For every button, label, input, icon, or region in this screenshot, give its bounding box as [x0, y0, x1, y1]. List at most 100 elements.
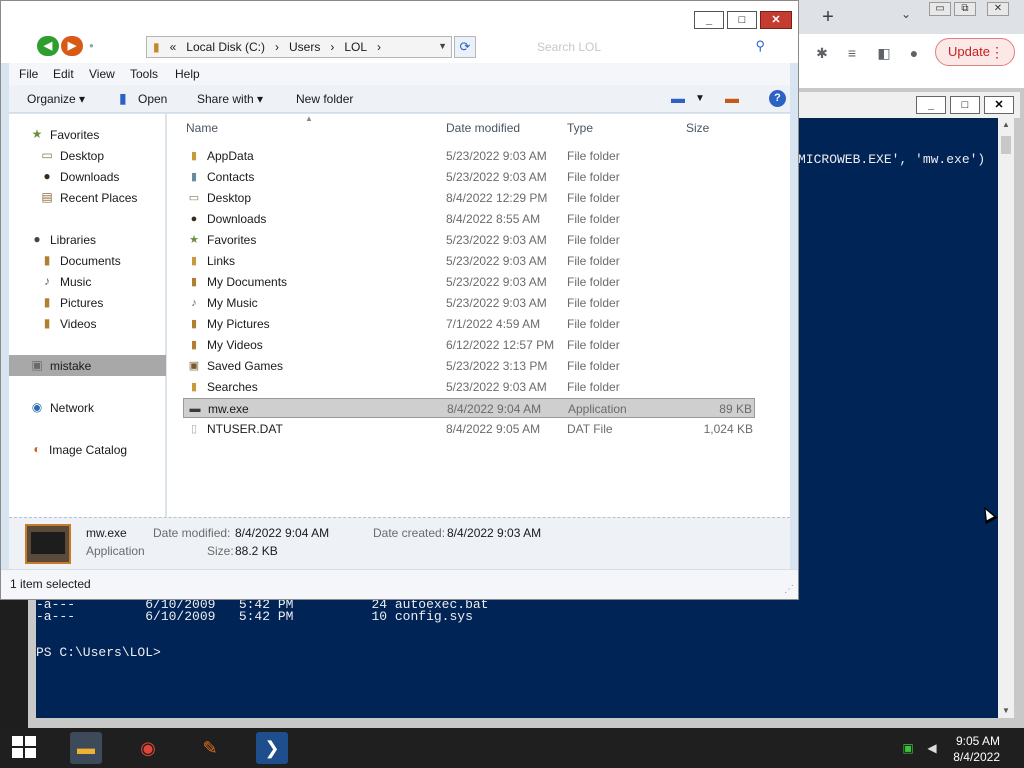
chrome-close-button[interactable]: ✕: [987, 2, 1009, 16]
start-button[interactable]: [12, 736, 38, 760]
file-row[interactable]: ● Downloads 8/4/2022 8:55 AM File folder: [183, 209, 755, 229]
nav-recent-places[interactable]: ▤ Recent Places: [9, 187, 166, 208]
nav-label: Videos: [60, 317, 97, 331]
profile-icon[interactable]: ●: [905, 44, 923, 62]
chrome-restore-button[interactable]: ⧉: [954, 2, 976, 16]
breadcrumb-local-disk[interactable]: Local Disk (C:): [186, 40, 265, 54]
preview-pane-icon[interactable]: ▬: [725, 90, 739, 106]
file-row[interactable]: ▮ My Pictures 7/1/2022 4:59 AM File fold…: [183, 314, 755, 334]
ps-close-button[interactable]: ✕: [984, 96, 1014, 114]
nav-user-folder[interactable]: ▣ mistake: [9, 355, 166, 376]
open-button[interactable]: Open: [138, 92, 167, 106]
breadcrumb-sep[interactable]: ›: [330, 40, 334, 54]
chrome-minimize-button[interactable]: ▭: [929, 2, 951, 16]
nav-favorites[interactable]: ★ Favorites: [9, 124, 166, 145]
column-type[interactable]: Type: [567, 121, 593, 135]
extensions-icon[interactable]: ✱: [813, 44, 831, 62]
organize-button[interactable]: Organize ▾: [27, 92, 85, 106]
file-row[interactable]: ▮ Contacts 5/23/2022 9:03 AM File folder: [183, 167, 755, 187]
file-row[interactable]: ▮ Searches 5/23/2022 9:03 AM File folder: [183, 377, 755, 397]
help-icon[interactable]: ?: [769, 90, 786, 107]
file-row[interactable]: ▮ Links 5/23/2022 9:03 AM File folder: [183, 251, 755, 271]
file-row[interactable]: ▭ Desktop 8/4/2022 12:29 PM File folder: [183, 188, 755, 208]
media-control-icon[interactable]: ≡: [843, 44, 861, 62]
new-folder-button[interactable]: New folder: [296, 92, 353, 106]
file-name: Favorites: [207, 233, 257, 247]
nav-music[interactable]: ♪ Music: [9, 271, 166, 292]
explorer-maximize-button[interactable]: □: [727, 11, 757, 29]
recent-pages-icon[interactable]: ●: [89, 41, 99, 51]
address-bar[interactable]: ▮ « Local Disk (C:) › Users › LOL › ▼: [146, 36, 452, 58]
network-tray-icon[interactable]: ▣: [900, 740, 916, 756]
breadcrumb-overflow[interactable]: «: [170, 40, 177, 54]
chrome-menu-icon[interactable]: ⋮: [990, 39, 1004, 65]
details-size-label: Size:: [207, 544, 234, 558]
file-explorer-taskbar-icon[interactable]: ▬: [70, 732, 102, 764]
column-size[interactable]: Size: [686, 121, 709, 135]
contacts-icon: ▮: [190, 171, 198, 183]
file-row[interactable]: ▣ Saved Games 5/23/2022 3:13 PM File fol…: [183, 356, 755, 376]
menu-view[interactable]: View: [89, 67, 115, 81]
file-type: File folder: [567, 338, 620, 352]
file-row[interactable]: ▮ AppData 5/23/2022 9:03 AM File folder: [183, 146, 755, 166]
nav-network[interactable]: ◉ Network: [9, 397, 166, 418]
file-type: File folder: [567, 380, 620, 394]
file-row[interactable]: ▮ My Documents 5/23/2022 9:03 AM File fo…: [183, 272, 755, 292]
breadcrumb-sep[interactable]: ›: [377, 40, 381, 54]
scroll-up-icon[interactable]: ▲: [998, 118, 1014, 132]
file-name: Desktop: [207, 191, 252, 205]
column-date-modified[interactable]: Date modified: [446, 121, 520, 135]
side-panel-icon[interactable]: ◧: [875, 44, 893, 62]
breadcrumb-users[interactable]: Users: [289, 40, 320, 54]
menu-tools[interactable]: Tools: [130, 67, 158, 81]
new-tab-button[interactable]: +: [817, 6, 839, 28]
view-dropdown-icon[interactable]: ▼: [695, 93, 705, 104]
menu-edit[interactable]: Edit: [53, 67, 74, 81]
menu-help[interactable]: Help: [175, 67, 200, 81]
explorer-close-button[interactable]: ✕: [760, 11, 792, 29]
scroll-down-icon[interactable]: ▼: [998, 704, 1014, 718]
file-row[interactable]: ♪ My Music 5/23/2022 9:03 AM File folder: [183, 293, 755, 313]
volume-icon[interactable]: ◀: [924, 740, 940, 756]
menu-file[interactable]: File: [19, 67, 38, 81]
chrome-taskbar-icon[interactable]: ◉: [132, 732, 164, 764]
column-name[interactable]: Name: [186, 121, 218, 135]
nav-desktop[interactable]: ▭ Desktop: [9, 145, 166, 166]
view-options-icon[interactable]: ▬: [671, 90, 685, 106]
search-box[interactable]: Search LOL ⚲: [479, 36, 771, 58]
file-row-selected[interactable]: ▬ mw.exe 8/4/2022 9:04 AM Application 89…: [183, 398, 755, 418]
folder-icon: ▮: [190, 150, 198, 162]
ps-maximize-button[interactable]: □: [950, 96, 980, 114]
file-name: My Documents: [207, 275, 288, 289]
file-date: 5/23/2022 9:03 AM: [446, 275, 547, 289]
forward-button[interactable]: ▶: [61, 36, 83, 56]
desktop-icon: ▭: [41, 148, 53, 162]
breadcrumb-lol[interactable]: LOL: [344, 40, 367, 54]
tab-search-icon[interactable]: ⌄: [897, 7, 915, 25]
back-button[interactable]: ◀: [37, 36, 59, 56]
share-with-button[interactable]: Share with ▾: [197, 92, 263, 106]
file-row[interactable]: ★ Favorites 5/23/2022 9:03 AM File folde…: [183, 230, 755, 250]
clock[interactable]: 9:05 AM 8/4/2022: [953, 733, 1000, 765]
nav-pictures[interactable]: ▮ Pictures: [9, 292, 166, 313]
nav-videos[interactable]: ▮ Videos: [9, 313, 166, 334]
console-scrollbar[interactable]: ▲ ▼: [998, 118, 1014, 718]
search-icon[interactable]: ⚲: [755, 38, 765, 54]
star-icon: ★: [31, 127, 43, 141]
ps-minimize-button[interactable]: _: [916, 96, 946, 114]
nav-libraries[interactable]: ● Libraries: [9, 229, 166, 250]
nav-image-catalog[interactable]: ◐ Image Catalog: [9, 439, 166, 460]
paint-taskbar-icon[interactable]: ✎: [194, 732, 226, 764]
nav-documents[interactable]: ▮ Documents: [9, 250, 166, 271]
resize-grip-icon[interactable]: ⋰: [784, 584, 794, 595]
breadcrumb-sep[interactable]: ›: [275, 40, 279, 54]
nav-downloads[interactable]: ● Downloads: [9, 166, 166, 187]
address-dropdown-icon[interactable]: ▼: [438, 41, 447, 51]
powershell-taskbar-icon[interactable]: ❯: [256, 732, 288, 764]
file-row[interactable]: ▮ My Videos 6/12/2022 12:57 PM File fold…: [183, 335, 755, 355]
update-button[interactable]: Update ⋮: [935, 38, 1015, 66]
refresh-icon[interactable]: ⟳: [454, 36, 476, 58]
explorer-minimize-button[interactable]: _: [694, 11, 724, 29]
file-row[interactable]: ▯ NTUSER.DAT 8/4/2022 9:05 AM DAT File 1…: [183, 419, 755, 439]
scroll-thumb[interactable]: [1001, 136, 1011, 154]
